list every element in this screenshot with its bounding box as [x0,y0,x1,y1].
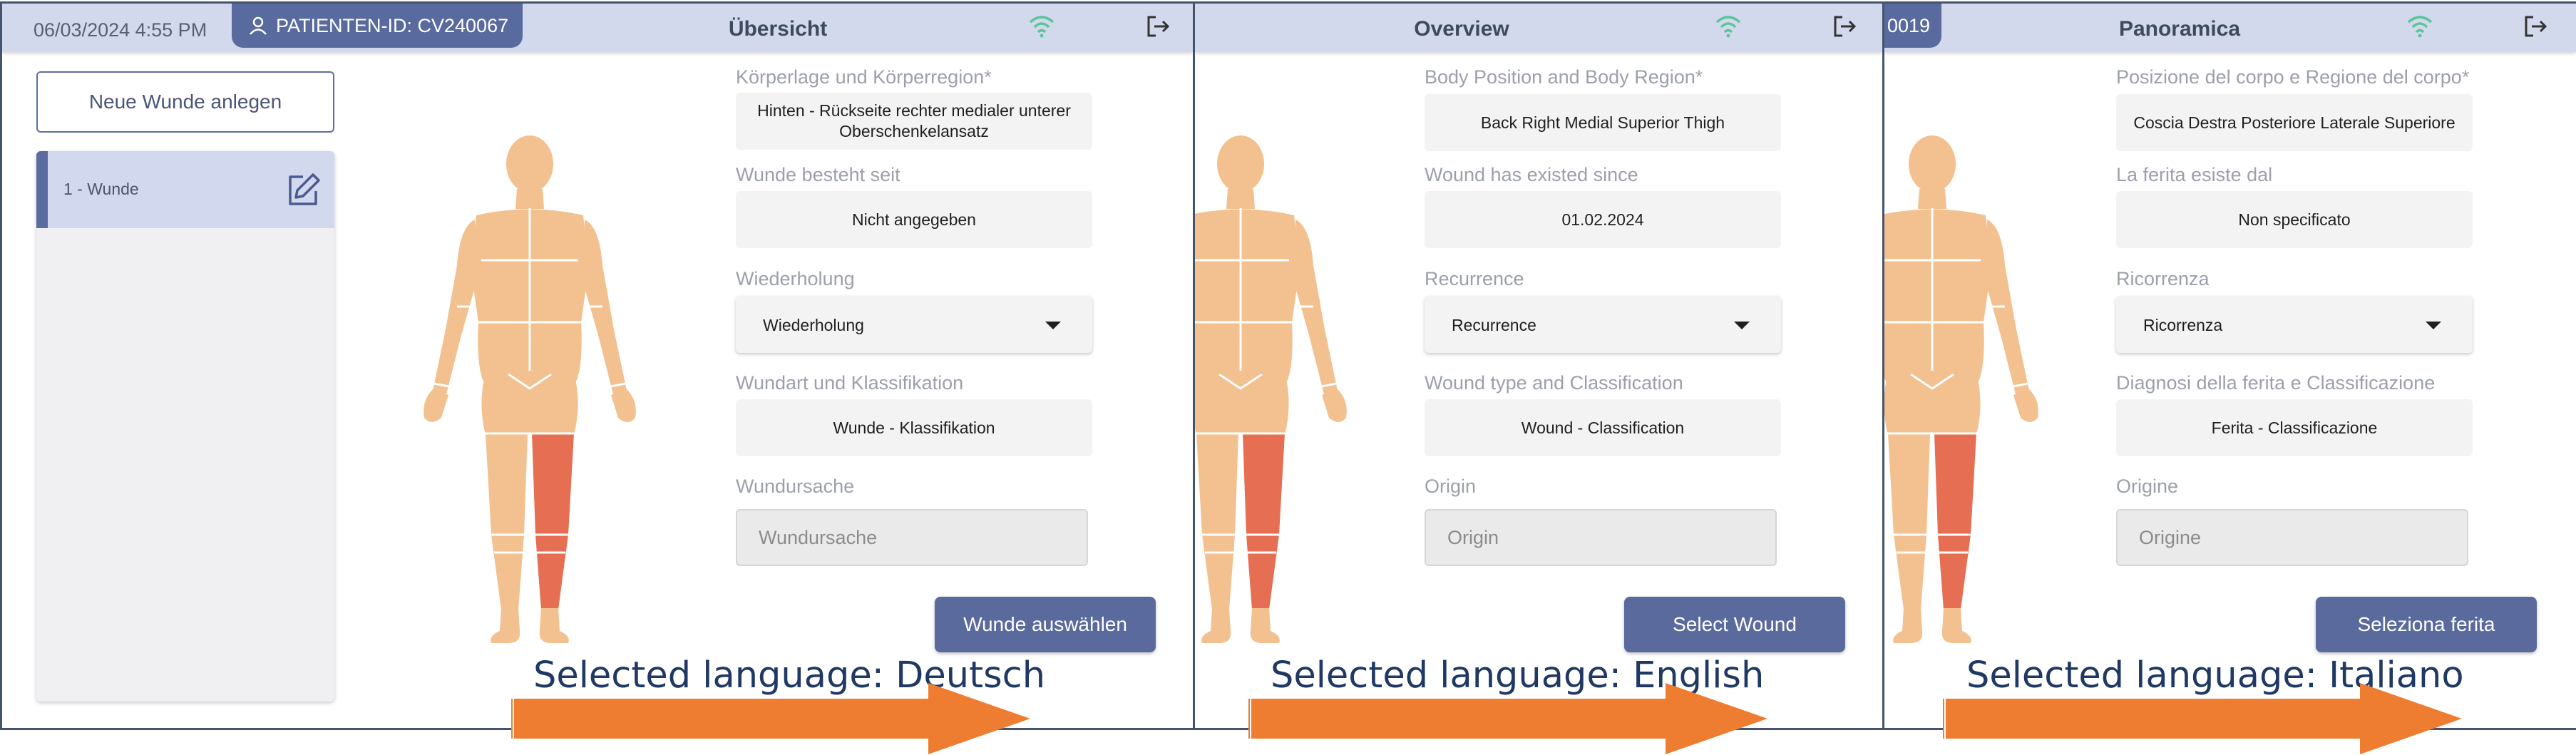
wound-type-label: Wound type and Classification [1425,372,1683,394]
origin-label: Origine [2116,476,2179,497]
edit-icon[interactable] [284,171,322,208]
origin-label: Origin [1425,476,1477,497]
body-position-label: Body Position and Body Region* [1425,66,1703,88]
wound-since-label: Wunde besteht seit [736,164,900,185]
patient-id-text: PATIENTEN-ID: CV240067 [276,14,509,36]
wound-type-field[interactable]: Wunde - Klassifikation [736,399,1092,456]
wound-type-label: Wundart und Klassifikation [736,372,964,394]
wound-type-field[interactable]: Wound - Classification [1425,399,1781,456]
new-wound-button[interactable]: Neue Wunde anlegen [36,71,334,133]
recurrence-select[interactable]: Wiederholung [736,296,1092,353]
select-wound-button[interactable]: Wunde auswählen [935,597,1156,652]
wound-item-label: 1 - Wunde [63,180,139,198]
wifi-icon [1715,16,1741,38]
caret-down-icon [2426,322,2441,329]
body-position-field[interactable]: Hinten - Rückseite rechter medialer unte… [736,93,1092,150]
logout-icon[interactable] [2523,14,2548,39]
top-bar: Overview [1195,4,1882,52]
recurrence-label: Recurrence [1425,268,1524,289]
wound-since-field[interactable]: Non specificato [2116,191,2473,248]
origin-input[interactable]: Wundursache [736,509,1088,566]
page-title: Panoramica [2118,17,2241,41]
logout-icon[interactable] [1832,14,1857,39]
recurrence-selected-value: Recurrence [1452,316,1536,334]
screen-panel-german: 06/03/2024 4:55 PM PATIENTEN-ID: CV24006… [0,1,1195,730]
recurrence-select[interactable]: Recurrence [1425,296,1781,353]
top-bar: 06/03/2024 4:55 PM PATIENTEN-ID: CV24006… [2,4,1193,52]
wound-list: 1 - Wunde [36,151,334,702]
wifi-icon [1029,16,1054,38]
wound-since-field[interactable]: Nicht angegeben [736,191,1092,248]
logout-icon[interactable] [1145,14,1171,39]
recurrence-selected-value: Wiederholung [763,316,864,334]
select-wound-button[interactable]: Seleziona ferita [2316,597,2537,652]
screen-panel-italian: 0019 Panoramica Posizione del corpo e Re… [1882,1,2576,730]
user-icon [250,16,267,35]
page-title: Übersicht [728,17,828,41]
select-wound-button[interactable]: Select Wound [1624,597,1845,652]
wound-type-label: Diagnosi della ferita e Classificazione [2116,372,2436,394]
page-title: Overview [1414,17,1509,41]
body-diagram[interactable] [1882,135,2061,656]
origin-input[interactable]: Origin [1425,509,1777,566]
recurrence-label: Ricorrenza [2116,268,2210,289]
body-diagram[interactable] [1193,135,1369,656]
caret-down-icon [1734,322,1750,329]
recurrence-select[interactable]: Ricorrenza [2116,296,2473,353]
arrow-icon [1943,683,2462,754]
wound-list-item[interactable]: 1 - Wunde [36,151,334,228]
wifi-icon [2407,16,2433,38]
wound-since-field[interactable]: 01.02.2024 [1425,191,1781,248]
wound-since-label: La ferita esiste dal [2116,164,2273,185]
recurrence-label: Wiederholung [736,268,855,289]
body-position-label: Posizione del corpo e Regione del corpo* [2116,66,2470,88]
body-position-label: Körperlage und Körperregion* [736,66,992,88]
screen-panel-english: Overview Body Position and Body Region* … [1193,1,1884,730]
top-bar: 0019 Panoramica [1884,4,2576,52]
patient-id-badge: 0019 [1884,4,1941,48]
body-position-field[interactable]: Back Right Medial Superior Thigh [1425,94,1781,151]
body-diagram[interactable] [401,135,658,656]
body-position-field[interactable]: Coscia Destra Posteriore Laterale Superi… [2116,94,2473,151]
patient-id-text: 0019 [1887,14,1931,36]
origin-label: Wundursache [736,476,855,497]
recurrence-selected-value: Ricorrenza [2143,316,2223,334]
origin-input[interactable]: Origine [2116,509,2468,566]
caret-down-icon [1045,322,1061,329]
wound-type-field[interactable]: Ferita - Classificazione [2116,399,2473,456]
wound-since-label: Wound has existed since [1425,164,1638,185]
arrow-icon [511,683,1030,754]
arrow-icon [1248,683,1767,754]
patient-id-badge: PATIENTEN-ID: CV240067 [232,4,523,48]
datetime: 06/03/2024 4:55 PM [34,19,207,41]
